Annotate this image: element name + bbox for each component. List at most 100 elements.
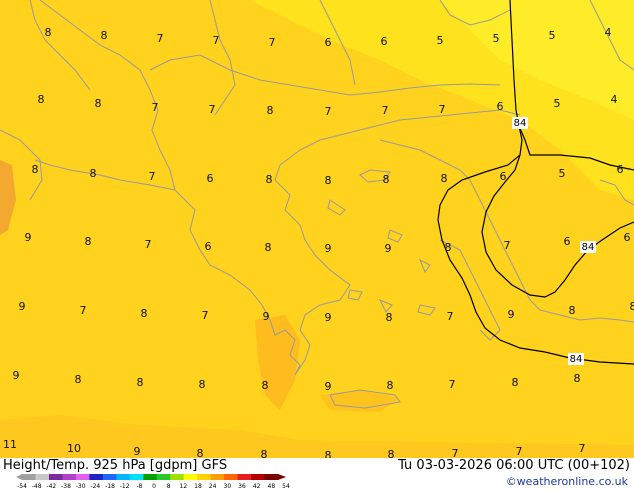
colorbar-tick-label: 18 [194, 483, 202, 490]
contour-label: 84 [512, 117, 528, 129]
colorbar-segment [76, 474, 90, 480]
temperature-value: 7 [157, 32, 164, 45]
svg-text:84: 84 [582, 242, 595, 253]
colorbar-segment [116, 474, 130, 480]
temperature-value: 9 [25, 231, 32, 244]
temperature-value: 7 [452, 447, 459, 458]
temperature-value: 9 [263, 310, 270, 323]
colorbar-tick-label: 24 [209, 483, 217, 490]
temperature-value: 7 [149, 170, 156, 183]
temperature-value: 6 [205, 240, 212, 253]
svg-text:84: 84 [514, 118, 527, 129]
colorbar [16, 472, 292, 482]
temperature-value: 7 [382, 104, 389, 117]
colorbar-segment [184, 474, 198, 480]
colorbar-segment [197, 474, 211, 480]
temperature-value: 8 [266, 173, 273, 186]
temperature-value: 8 [85, 235, 92, 248]
temperature-value: 7 [269, 36, 276, 49]
colorbar-tick-label: -24 [90, 483, 100, 490]
temperature-value: 8 [512, 376, 519, 389]
colorbar-segment [251, 474, 265, 480]
colorbar-arrow-left [16, 474, 22, 480]
temperature-value: 7 [152, 101, 159, 114]
colorbar-segment [62, 474, 76, 480]
credit-link[interactable]: ©weatheronline.co.uk [506, 475, 628, 488]
colorbar-tick-label: 30 [224, 483, 232, 490]
temperature-value: 6 [207, 172, 214, 185]
temperature-value: 8 [386, 311, 393, 324]
temperature-value: 8 [383, 173, 390, 186]
temperature-value: 9 [13, 369, 20, 382]
temperature-value: 6 [564, 235, 571, 248]
temperature-value: 8 [38, 93, 45, 106]
temperature-value: 5 [559, 167, 566, 180]
map-canvas: 8877766555488778777654887688886569876899… [0, 0, 634, 458]
temperature-value: 9 [325, 380, 332, 393]
colorbar-tick-label: -8 [136, 483, 142, 490]
colorbar-tick-label: 8 [167, 483, 171, 490]
contour-label: 84 [580, 241, 596, 253]
temperature-value: 10 [67, 442, 81, 455]
colorbar-tick-label: -54 [17, 483, 27, 490]
temperature-value: 8 [630, 300, 634, 313]
temperature-value: 8 [141, 307, 148, 320]
temperature-value: 8 [325, 449, 332, 458]
colorbar-segment [224, 474, 238, 480]
colorbar-tick-label: -30 [76, 483, 86, 490]
colorbar-segment [49, 474, 63, 480]
temperature-value: 8 [197, 447, 204, 458]
temperature-value: 4 [611, 93, 618, 106]
temperature-value: 6 [617, 163, 624, 176]
temperature-value: 7 [516, 445, 523, 458]
colorbar-segment [238, 474, 252, 480]
temperature-value: 8 [90, 167, 97, 180]
temperature-value: 9 [19, 300, 26, 313]
temperature-value: 7 [145, 238, 152, 251]
temperature-value: 8 [441, 172, 448, 185]
colorbar-segment [211, 474, 225, 480]
temperature-value: 8 [267, 104, 274, 117]
temperature-value: 8 [387, 379, 394, 392]
temperature-value: 8 [101, 29, 108, 42]
temperature-value: 7 [80, 304, 87, 317]
contour-label: 84 [568, 353, 584, 365]
colorbar-arrow-right [278, 474, 286, 480]
temperature-value: 6 [381, 35, 388, 48]
colorbar-tick-label: 12 [180, 483, 188, 490]
temperature-value: 9 [134, 445, 141, 458]
colorbar-segment [22, 474, 36, 480]
weather-map: 8877766555488778777654887688886569876899… [0, 0, 634, 458]
temperature-value: 9 [325, 242, 332, 255]
temperature-value: 8 [45, 26, 52, 39]
temperature-value: 6 [497, 100, 504, 113]
temperature-value: 8 [261, 448, 268, 458]
colorbar-tick-label: 36 [238, 483, 246, 490]
map-title: Height/Temp. 925 hPa [gdpm] GFS [3, 458, 227, 473]
temperature-value: 6 [325, 36, 332, 49]
temperature-value: 7 [579, 442, 586, 455]
temperature-value: 6 [500, 170, 507, 183]
colorbar-segment [265, 474, 279, 480]
colorbar-tick-label: 48 [268, 483, 276, 490]
colorbar-tick-label: 54 [282, 483, 290, 490]
temperature-value: 8 [325, 174, 332, 187]
footer-bar: Height/Temp. 925 hPa [gdpm] GFS Tu 03-03… [0, 458, 634, 490]
temperature-value: 7 [202, 309, 209, 322]
temperature-value: 6 [624, 231, 631, 244]
temperature-value: 8 [32, 163, 39, 176]
colorbar-segment [170, 474, 184, 480]
temperature-value: 8 [75, 373, 82, 386]
colorbar-tick-label: 42 [253, 483, 261, 490]
temperature-value: 8 [95, 97, 102, 110]
temperature-value: 5 [549, 29, 556, 42]
temperature-value: 8 [137, 376, 144, 389]
colorbar-segment [157, 474, 171, 480]
temperature-value: 9 [508, 308, 515, 321]
colorbar-segment [143, 474, 157, 480]
temperature-value: 7 [449, 378, 456, 391]
temperature-value: 8 [265, 241, 272, 254]
temperature-value: 9 [385, 242, 392, 255]
temperature-value: 4 [605, 26, 612, 39]
colorbar-tick-label: -48 [32, 483, 42, 490]
